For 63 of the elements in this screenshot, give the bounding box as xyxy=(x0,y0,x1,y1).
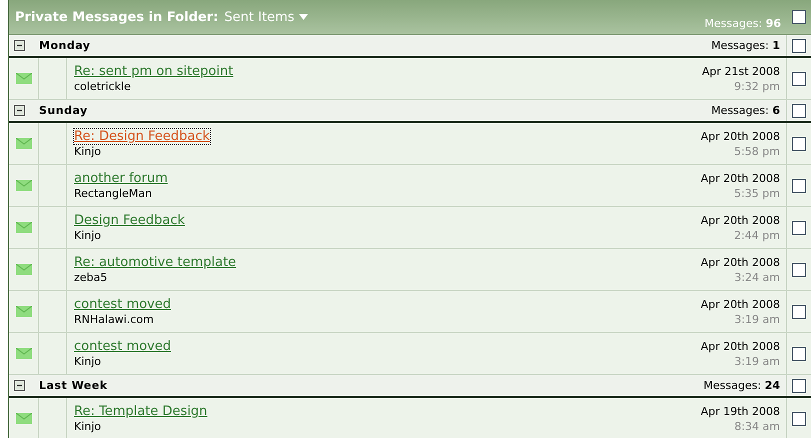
envelope-icon xyxy=(16,348,32,359)
group-title: Sunday xyxy=(39,104,88,117)
message-subject-link[interactable]: contest moved xyxy=(74,297,171,312)
message-date: Apr 20th 2008 xyxy=(700,130,780,142)
recipient-name: Kinjo xyxy=(74,229,102,242)
message-checkbox[interactable] xyxy=(792,412,806,426)
message-date: Apr 20th 2008 xyxy=(700,172,780,184)
message-date: Apr 21st 2008 xyxy=(702,64,780,78)
recipient-name: Kinjo xyxy=(74,420,102,433)
envelope-icon xyxy=(16,222,32,233)
recipient-name: coletrickle xyxy=(74,80,132,93)
message-time: 3:19 am xyxy=(734,312,780,326)
message-date: Apr 20th 2008 xyxy=(700,256,780,268)
message-checkbox[interactable] xyxy=(792,346,806,360)
message-date: Apr 19th 2008 xyxy=(700,404,780,418)
collapse-icon[interactable] xyxy=(14,380,25,391)
group-checkbox[interactable] xyxy=(792,38,806,52)
message-checkbox[interactable] xyxy=(792,72,806,86)
message-time: 5:58 pm xyxy=(734,144,780,158)
message-subject-link[interactable]: Design Feedback xyxy=(74,213,185,228)
message-checkbox[interactable] xyxy=(792,136,806,150)
message-count: Messages: 96 xyxy=(704,16,781,30)
group-count: Messages: 1 xyxy=(711,39,780,52)
recipient-name: RectangleMan xyxy=(74,187,153,200)
message-date: Apr 20th 2008 xyxy=(700,298,780,310)
message-subject-link[interactable]: Re: Design Feedback xyxy=(74,129,210,144)
message-subject-link[interactable]: contest moved xyxy=(74,339,171,354)
collapse-icon[interactable] xyxy=(14,105,25,116)
panel-title: Private Messages in Folder: xyxy=(15,10,218,24)
message-checkbox[interactable] xyxy=(792,220,806,234)
message-subject-link[interactable]: another forum xyxy=(74,171,168,186)
message-checkbox[interactable] xyxy=(792,304,806,318)
message-date: Apr 20th 2008 xyxy=(700,340,780,352)
message-time: 3:19 am xyxy=(734,354,780,368)
group-checkbox[interactable] xyxy=(792,104,806,118)
collapse-icon[interactable] xyxy=(14,40,25,51)
recipient-name: zeba5 xyxy=(74,271,108,284)
message-subject-link[interactable]: Re: Template Design xyxy=(74,404,208,419)
message-time: 8:34 am xyxy=(734,420,780,432)
group-title: Monday xyxy=(39,39,90,52)
group-title: Last Week xyxy=(39,379,108,392)
envelope-icon xyxy=(16,264,32,275)
envelope-icon xyxy=(16,306,32,317)
message-date: Apr 20th 2008 xyxy=(700,214,780,226)
message-time: 5:35 pm xyxy=(734,186,780,200)
group-count: Messages: 6 xyxy=(711,104,780,117)
group-count: Messages: 24 xyxy=(704,379,780,392)
message-checkbox[interactable] xyxy=(792,178,806,192)
message-time: 9:32 pm xyxy=(734,80,780,92)
message-subject-link[interactable]: Re: automotive template xyxy=(74,255,236,270)
envelope-icon xyxy=(16,138,32,149)
envelope-icon xyxy=(16,413,32,424)
message-checkbox[interactable] xyxy=(792,262,806,276)
envelope-icon xyxy=(16,73,32,84)
message-time: 2:44 pm xyxy=(734,228,780,242)
message-subject-link[interactable]: Re: sent pm on sitepoint xyxy=(74,64,234,79)
envelope-icon xyxy=(16,180,32,191)
message-time: 3:24 am xyxy=(734,270,780,284)
recipient-name: Kinjo xyxy=(74,355,102,368)
recipient-name: Kinjo xyxy=(74,145,102,158)
group-checkbox[interactable] xyxy=(792,378,806,392)
select-all-checkbox[interactable] xyxy=(792,10,806,24)
recipient-name: RNHalawi.com xyxy=(74,313,155,326)
